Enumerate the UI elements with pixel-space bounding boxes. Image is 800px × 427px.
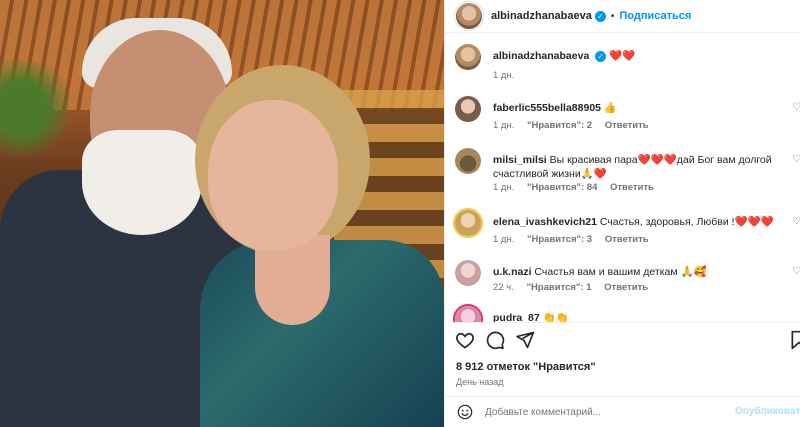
photo-plant	[0, 60, 70, 180]
comment-likes[interactable]: "Нравится": 1	[526, 282, 591, 293]
likes-count[interactable]: 8 912 отметок "Нравится"	[456, 361, 596, 373]
reply-button[interactable]: Ответить	[604, 282, 648, 293]
publish-button[interactable]: Опубликовать	[735, 406, 800, 417]
comment-like-icon[interactable]: ♡	[792, 266, 800, 277]
caption-meta: 1 дн.	[493, 70, 524, 81]
comments-list[interactable]: albinadzhanabaeva ✓ ❤️❤️ 1 дн. faberlic5…	[445, 34, 800, 322]
post-actions	[445, 322, 800, 356]
author-username[interactable]: albinadzhanabaeva	[491, 10, 592, 22]
comment-meta: 1 дн. "Нравится": 2 Ответить	[493, 120, 659, 131]
comment-likes[interactable]: "Нравится": 84	[527, 182, 597, 193]
photo-woman-face	[208, 100, 338, 250]
comment-input[interactable]	[485, 405, 715, 420]
comment-time[interactable]: 1 дн.	[493, 182, 514, 193]
caption-text: albinadzhanabaeva ✓ ❤️❤️	[493, 49, 788, 63]
comment-avatar[interactable]	[455, 260, 481, 286]
reply-button[interactable]: Ответить	[605, 120, 649, 131]
comment-username[interactable]: elena_ivashkevich21	[493, 216, 597, 228]
comment-username[interactable]: pudra_87	[493, 312, 540, 322]
comment-avatar[interactable]	[455, 148, 481, 174]
add-comment-bar: Опубликовать	[445, 396, 800, 427]
comment-likes[interactable]: "Нравится": 2	[527, 120, 592, 131]
comment-like-icon[interactable]: ♡	[792, 216, 800, 227]
caption-username[interactable]: albinadzhanabaeva	[493, 50, 589, 62]
comment-avatar[interactable]	[455, 210, 481, 236]
comment-text: faberlic555bella88905 👍	[493, 102, 617, 114]
post-header: albinadzhanabaeva ✓ • Подписаться	[445, 0, 800, 33]
comment-username[interactable]: u.k.nazi	[493, 266, 532, 278]
author-avatar[interactable]	[455, 2, 483, 30]
comment-text: pudra_87 👏👏	[493, 312, 569, 322]
comment-meta: 1 дн. "Нравится": 84 Ответить	[493, 182, 664, 193]
share-icon[interactable]	[515, 330, 535, 350]
comment-time[interactable]: 1 дн.	[493, 120, 514, 131]
heart-icon[interactable]	[455, 330, 475, 350]
caption-emoji: ❤️❤️	[609, 50, 636, 62]
verified-badge-icon: ✓	[594, 10, 606, 22]
comment-time[interactable]: 22 ч.	[493, 282, 514, 293]
comment-time[interactable]: 1 дн.	[493, 234, 514, 245]
comment-username[interactable]: faberlic555bella88905	[493, 102, 601, 114]
comment-avatar[interactable]	[455, 96, 481, 122]
comment-text: u.k.nazi Счастья вам и вашим деткам 🙏🥰	[493, 266, 707, 278]
caption-avatar[interactable]	[455, 44, 481, 70]
comment-username[interactable]: milsi_milsi	[493, 154, 547, 166]
post-panel: albinadzhanabaeva ✓ • Подписаться albina…	[444, 0, 800, 427]
bookmark-icon[interactable]	[789, 330, 800, 350]
comment-like-icon[interactable]: ♡	[792, 154, 800, 165]
comment-text: elena_ivashkevich21 Счастья, здоровья, Л…	[493, 216, 774, 228]
post-photo[interactable]	[0, 0, 444, 427]
verified-badge-icon: ✓	[595, 51, 607, 62]
follow-button[interactable]: Подписаться	[619, 10, 691, 22]
header-separator: •	[610, 10, 615, 22]
caption-time[interactable]: 1 дн.	[493, 70, 514, 81]
photo-man-beard	[82, 130, 202, 235]
emoji-icon[interactable]	[457, 404, 473, 420]
comment-meta: 22 ч. "Нравится": 1 Ответить	[493, 282, 658, 293]
comment-meta: 1 дн. "Нравится": 3 Ответить	[493, 234, 659, 245]
reply-button[interactable]: Ответить	[610, 182, 654, 193]
post-date[interactable]: День назад	[456, 377, 504, 387]
comment-avatar[interactable]	[455, 306, 481, 322]
comment-like-icon[interactable]: ♡	[792, 102, 800, 113]
comment-text: milsi_milsi Вы красивая пара❤️❤️❤️дай Бо…	[493, 154, 772, 180]
comment-icon[interactable]	[485, 330, 505, 350]
reply-button[interactable]: Ответить	[605, 234, 649, 245]
comment-likes[interactable]: "Нравится": 3	[527, 234, 592, 245]
